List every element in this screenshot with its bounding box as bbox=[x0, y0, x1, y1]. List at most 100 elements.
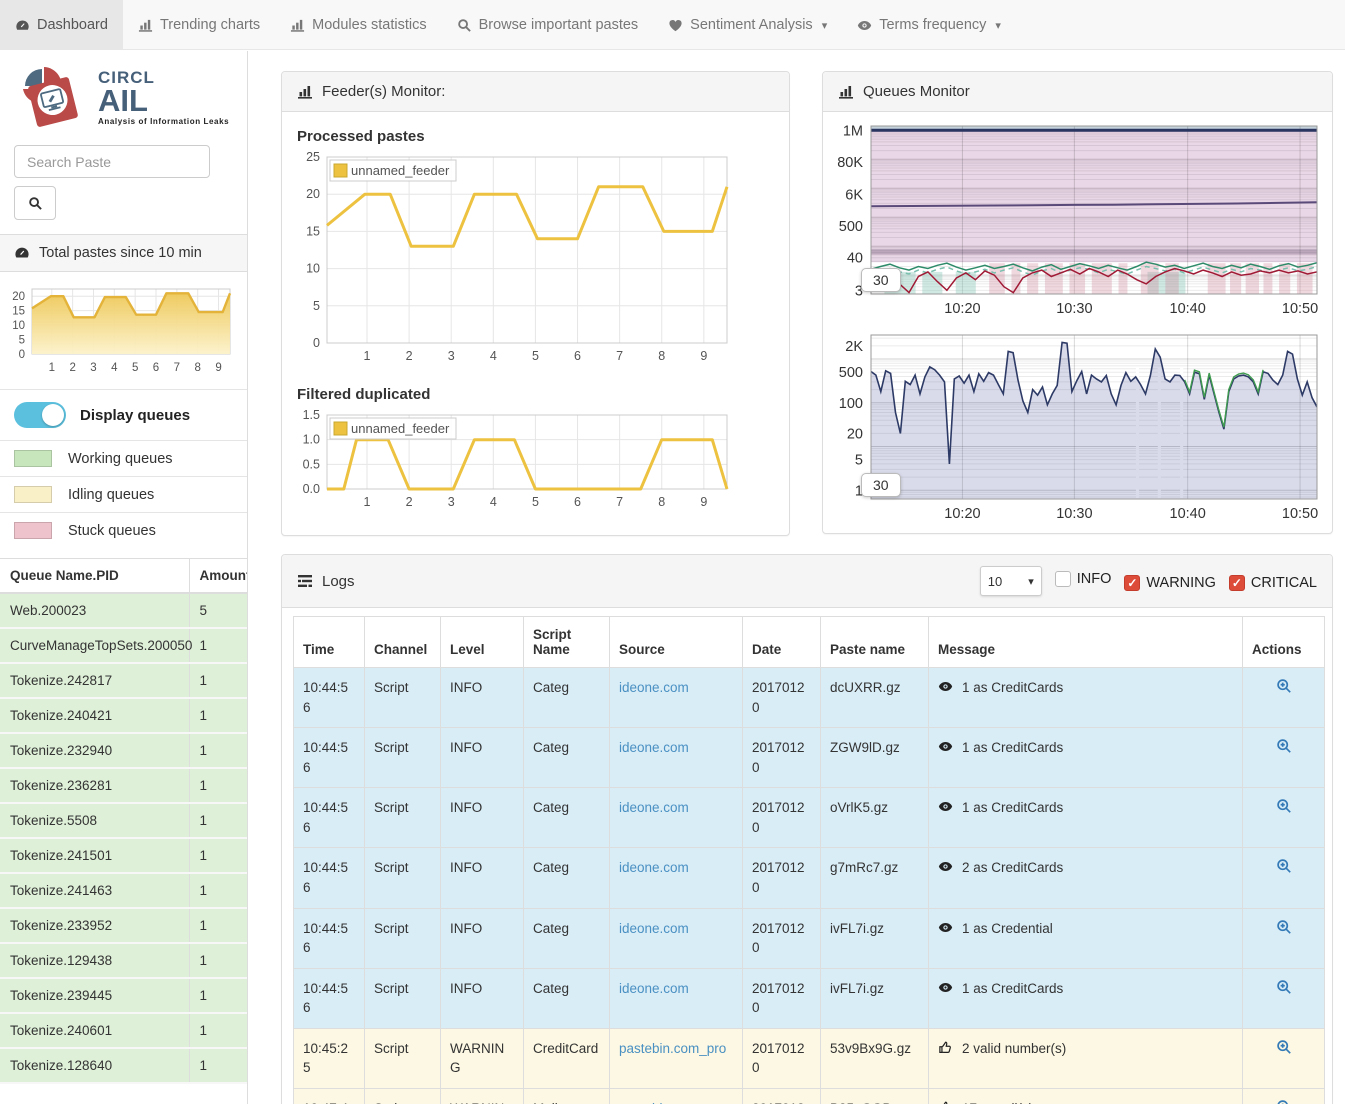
logs-heading: Logs 10 ▾ INFO✓WARNING✓CRITICAL bbox=[282, 555, 1332, 608]
filter-label-text: WARNING bbox=[1146, 575, 1216, 591]
svg-text:1: 1 bbox=[49, 362, 55, 374]
log-message: 17 e-mail(s) bbox=[929, 1088, 1243, 1104]
svg-text:7: 7 bbox=[616, 495, 623, 509]
main-content: Feeder(s) Monitor: Processed pastes 0510… bbox=[248, 51, 1345, 1104]
search-plus-icon[interactable] bbox=[1276, 858, 1292, 874]
log-actions bbox=[1243, 848, 1325, 908]
log-channel: Script bbox=[365, 728, 441, 788]
nav-item-label: Terms frequency bbox=[879, 17, 986, 33]
eye-icon bbox=[938, 980, 953, 995]
source-link[interactable]: ideone.com bbox=[619, 740, 689, 755]
log-paste-name: 53v9Bx9G.gz bbox=[821, 1028, 929, 1088]
svg-text:4: 4 bbox=[111, 362, 118, 374]
critical-checkbox[interactable]: ✓ bbox=[1229, 575, 1245, 591]
source-link[interactable]: ideone.com bbox=[619, 921, 689, 936]
log-source: ideone.com bbox=[610, 908, 743, 968]
interval-input-top[interactable]: 30 bbox=[861, 268, 901, 292]
legend-swatch bbox=[14, 522, 52, 539]
svg-text:500: 500 bbox=[839, 219, 863, 235]
log-message: 1 as Credential bbox=[929, 908, 1243, 968]
search-plus-icon[interactable] bbox=[1276, 979, 1292, 995]
log-date: 20170120 bbox=[743, 848, 821, 908]
queue-name: Tokenize.128640 bbox=[0, 1048, 189, 1083]
feeder-monitor-title: Feeder(s) Monitor: bbox=[322, 83, 445, 100]
queue-row: Tokenize.1294381 bbox=[0, 943, 247, 978]
nav-item-browse-important-pastes[interactable]: Browse important pastes bbox=[442, 0, 654, 50]
queue-name: Web.200023 bbox=[0, 593, 189, 628]
filter-critical[interactable]: ✓CRITICAL bbox=[1229, 575, 1317, 591]
search-plus-icon[interactable] bbox=[1276, 798, 1292, 814]
svg-text:15: 15 bbox=[306, 224, 320, 238]
svg-text:6: 6 bbox=[153, 362, 159, 374]
source-link[interactable]: ideone.com bbox=[619, 860, 689, 875]
source-link[interactable]: ideone.com bbox=[619, 981, 689, 996]
log-message: 1 as CreditCards bbox=[929, 968, 1243, 1028]
log-row: 10:44:56ScriptINFOCategideone.com2017012… bbox=[294, 908, 1325, 968]
logs-header-level: Level bbox=[441, 617, 524, 668]
eye-icon bbox=[938, 859, 953, 874]
log-time: 10:47:46 bbox=[294, 1088, 365, 1104]
svg-text:4: 4 bbox=[490, 495, 497, 509]
svg-text:10:30: 10:30 bbox=[1056, 301, 1092, 317]
log-actions bbox=[1243, 908, 1325, 968]
logs-page-size-select[interactable]: 10 ▾ bbox=[980, 566, 1042, 596]
log-date: 20170120 bbox=[743, 728, 821, 788]
nav-item-label: Dashboard bbox=[37, 17, 108, 33]
warning-checkbox[interactable]: ✓ bbox=[1124, 575, 1140, 591]
log-channel: Script bbox=[365, 1088, 441, 1104]
eye-icon bbox=[938, 799, 953, 814]
svg-text:0.0: 0.0 bbox=[303, 482, 320, 496]
search-plus-icon[interactable] bbox=[1276, 1039, 1292, 1055]
source-link[interactable]: ideone.com bbox=[619, 800, 689, 815]
log-time: 10:44:56 bbox=[294, 668, 365, 728]
svg-text:3: 3 bbox=[448, 349, 455, 363]
log-script-name: Categ bbox=[524, 788, 610, 848]
filter-warning[interactable]: ✓ WARNING bbox=[1124, 575, 1216, 591]
svg-text:100: 100 bbox=[839, 396, 863, 412]
nav-item-modules-statistics[interactable]: Modules statistics bbox=[275, 0, 441, 50]
nav-item-terms-frequency[interactable]: Terms frequency ▾ bbox=[842, 0, 1016, 50]
search-plus-icon[interactable] bbox=[1276, 678, 1292, 694]
source-link[interactable]: ideone.com bbox=[619, 680, 689, 695]
svg-text:2K: 2K bbox=[845, 339, 863, 355]
circl-ail-logo: CIRCL AIL Analysis of Information Leaks bbox=[0, 51, 247, 143]
nav-item-label: Sentiment Analysis bbox=[690, 17, 813, 33]
queue-amount: 1 bbox=[189, 698, 247, 733]
eye-icon bbox=[938, 920, 953, 935]
legend-label: Stuck queues bbox=[68, 523, 156, 539]
queue-amount: 1 bbox=[189, 978, 247, 1013]
log-channel: Script bbox=[365, 668, 441, 728]
svg-text:10: 10 bbox=[12, 320, 25, 332]
svg-text:10: 10 bbox=[306, 262, 320, 276]
search-paste-input[interactable] bbox=[14, 145, 210, 178]
filter-info[interactable]: INFO bbox=[1055, 571, 1112, 587]
nav-item-dashboard[interactable]: Dashboard bbox=[0, 0, 123, 50]
bar-chart-icon bbox=[290, 18, 305, 33]
nav-item-trending-charts[interactable]: Trending charts bbox=[123, 0, 275, 50]
svg-text:8: 8 bbox=[658, 349, 665, 363]
chevron-down-icon: ▾ bbox=[995, 19, 1001, 32]
svg-text:5: 5 bbox=[19, 335, 25, 347]
feeder-monitor-heading: Feeder(s) Monitor: bbox=[282, 72, 789, 112]
log-source: pastebin.com_pro bbox=[610, 1028, 743, 1088]
search-plus-icon[interactable] bbox=[1276, 738, 1292, 754]
svg-text:20: 20 bbox=[847, 426, 863, 442]
display-queues-row: Display queues bbox=[0, 390, 247, 440]
queue-table: Queue Name.PID Amount Web.2000235CurveMa… bbox=[0, 558, 247, 1084]
search-plus-icon[interactable] bbox=[1276, 1099, 1292, 1104]
legend-swatch bbox=[14, 450, 52, 467]
queue-amount: 1 bbox=[189, 663, 247, 698]
source-link[interactable]: pastebin.com_pro bbox=[619, 1041, 726, 1056]
info-checkbox[interactable] bbox=[1055, 571, 1071, 587]
nav-item-label: Trending charts bbox=[160, 17, 260, 33]
display-queues-toggle[interactable] bbox=[14, 402, 66, 428]
interval-input-bottom[interactable]: 30 bbox=[861, 473, 901, 497]
search-plus-icon[interactable] bbox=[1276, 919, 1292, 935]
nav-item-sentiment-analysis[interactable]: Sentiment Analysis▾ bbox=[653, 0, 842, 50]
total-pastes-heading: Total pastes since 10 min bbox=[0, 234, 247, 272]
queue-row: Tokenize.55081 bbox=[0, 803, 247, 838]
legend-swatch bbox=[14, 486, 52, 503]
log-level: INFO bbox=[441, 968, 524, 1028]
search-paste-button[interactable] bbox=[14, 186, 56, 220]
filtered-duplicated-chart: 0.00.51.01.5123456789unnamed_feeder bbox=[297, 409, 774, 518]
